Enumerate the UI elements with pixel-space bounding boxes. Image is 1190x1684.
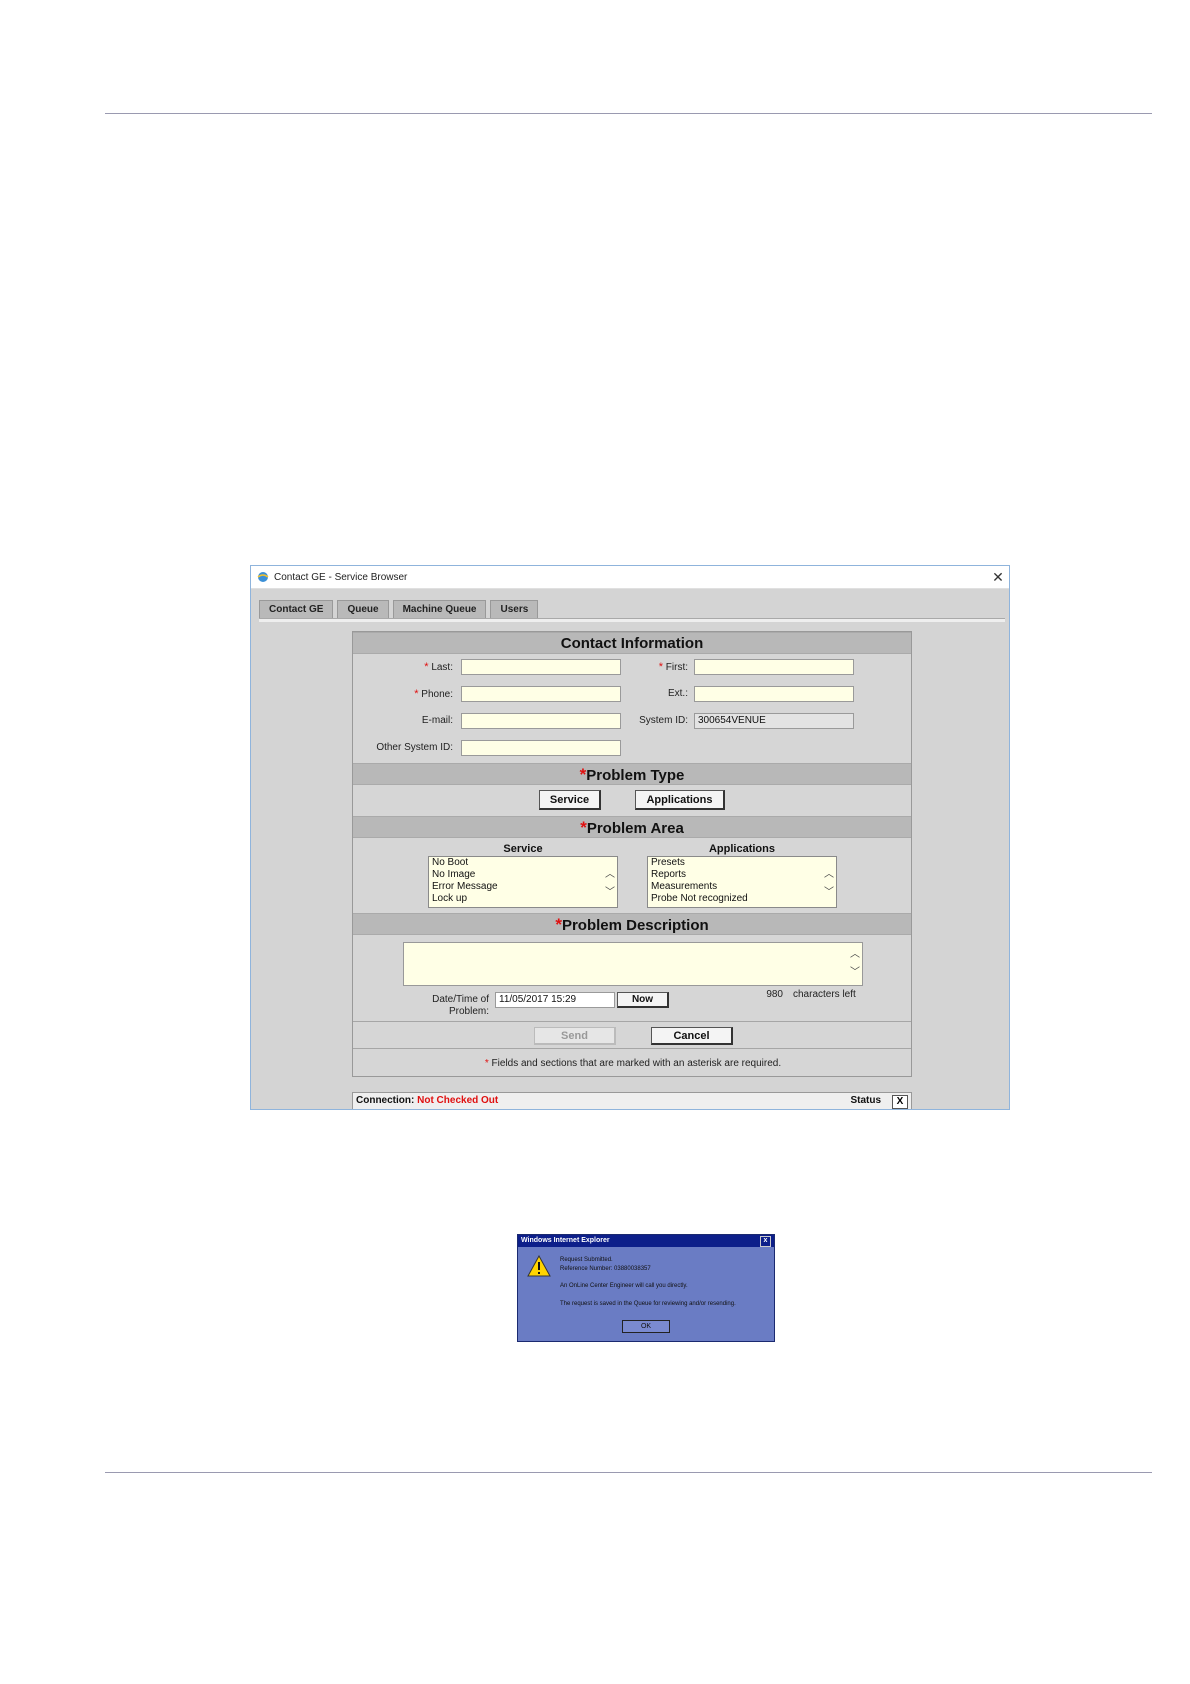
other-system-id-input[interactable] bbox=[461, 740, 621, 756]
problem-type-header: *Problem Type bbox=[353, 763, 911, 785]
contact-information-header: Contact Information bbox=[353, 632, 911, 654]
scroll-up-icon[interactable]: ︿ bbox=[824, 865, 834, 880]
status-close-button[interactable]: X bbox=[892, 1095, 908, 1109]
scroll-down-icon[interactable]: ﹀ bbox=[605, 883, 615, 898]
tab-machine-queue[interactable]: Machine Queue bbox=[392, 600, 487, 619]
window-close-button[interactable]: ✕ bbox=[987, 568, 1009, 586]
phone-input[interactable] bbox=[461, 686, 621, 702]
service-list-heading: Service bbox=[503, 843, 543, 855]
list-item[interactable]: Probe Not recognized bbox=[648, 893, 836, 905]
status-label: Status bbox=[850, 1095, 881, 1106]
scroll-up-icon[interactable]: ︿ bbox=[850, 945, 860, 960]
footer-rule bbox=[105, 1472, 1152, 1473]
connection-status-bar: Connection: Not Checked Out Status X bbox=[352, 1092, 912, 1109]
now-button[interactable]: Now bbox=[617, 992, 669, 1008]
list-item[interactable]: Measurements bbox=[648, 881, 836, 893]
list-item[interactable]: Presets bbox=[648, 857, 836, 869]
list-item[interactable]: Reports bbox=[648, 869, 836, 881]
send-button[interactable]: Send bbox=[534, 1027, 616, 1045]
chars-count: 980 bbox=[766, 989, 783, 1000]
system-id-label: System ID: bbox=[639, 715, 688, 726]
dialog-titlebar: Windows Internet Explorer x bbox=[518, 1235, 774, 1247]
dialog-line-2: Reference Number: 03880038357 bbox=[560, 1266, 651, 1272]
request-submitted-dialog: Windows Internet Explorer x Request Subm… bbox=[517, 1234, 775, 1342]
problem-description-header: *Problem Description bbox=[353, 913, 911, 935]
service-browser-window: Contact GE - Service Browser ✕ Contact G… bbox=[250, 565, 1010, 1110]
warning-icon bbox=[527, 1255, 551, 1277]
scroll-up-icon[interactable]: ︿ bbox=[605, 865, 615, 880]
window-titlebar: Contact GE - Service Browser ✕ bbox=[251, 566, 1009, 589]
email-input[interactable] bbox=[461, 713, 621, 729]
tab-bar: Contact GE Queue Machine Queue Users bbox=[259, 600, 539, 619]
list-item[interactable]: No Boot bbox=[429, 857, 617, 869]
email-label: E-mail: bbox=[421, 715, 453, 726]
window-title: Contact GE - Service Browser bbox=[274, 571, 408, 583]
ext-input[interactable] bbox=[694, 686, 854, 702]
list-item[interactable]: Error Message bbox=[429, 881, 617, 893]
chars-left-label: characters left bbox=[793, 989, 856, 1000]
first-label: * First: bbox=[658, 661, 688, 673]
list-item[interactable]: Lock up bbox=[429, 893, 617, 905]
first-name-input[interactable] bbox=[694, 659, 854, 675]
tab-users[interactable]: Users bbox=[490, 600, 539, 619]
problem-area-header: *Problem Area bbox=[353, 816, 911, 838]
tab-queue[interactable]: Queue bbox=[337, 600, 389, 619]
datetime-label: Date/Time of Problem: bbox=[432, 994, 489, 1017]
actions-divider bbox=[353, 1021, 911, 1022]
dialog-line-1: Request Submitted. bbox=[560, 1257, 613, 1263]
dialog-line-4: The request is saved in the Queue for re… bbox=[560, 1301, 736, 1307]
contact-form-panel: Contact Information * Last: * First: * P… bbox=[352, 631, 912, 1077]
cancel-button[interactable]: Cancel bbox=[651, 1027, 733, 1045]
applications-type-button[interactable]: Applications bbox=[635, 790, 725, 810]
dialog-title: Windows Internet Explorer bbox=[521, 1237, 610, 1244]
applications-problem-list[interactable]: Presets Reports Measurements Probe Not r… bbox=[647, 856, 837, 908]
ie-globe-icon bbox=[257, 572, 269, 582]
service-problem-list[interactable]: No Boot No Image Error Message Lock up ︿… bbox=[428, 856, 618, 908]
note-divider bbox=[353, 1048, 911, 1049]
list-item[interactable]: No Image bbox=[429, 869, 617, 881]
problem-description-textarea[interactable]: ︿ ﹀ bbox=[403, 942, 863, 986]
tab-underline bbox=[259, 618, 1005, 622]
dialog-ok-button[interactable]: OK bbox=[622, 1320, 670, 1333]
ext-label: Ext.: bbox=[667, 688, 688, 699]
connection-value: Not Checked Out bbox=[417, 1095, 499, 1106]
required-note: * Fields and sections that are marked wi… bbox=[484, 1058, 782, 1069]
datetime-input[interactable]: 11/05/2017 15:29 bbox=[495, 992, 615, 1008]
last-name-input[interactable] bbox=[461, 659, 621, 675]
dialog-close-button[interactable]: x bbox=[760, 1236, 771, 1247]
tab-contact-ge[interactable]: Contact GE bbox=[259, 600, 334, 619]
dialog-line-3: An OnLine Center Engineer will call you … bbox=[560, 1283, 688, 1289]
last-label: * Last: bbox=[424, 661, 453, 673]
phone-label: * Phone: bbox=[414, 688, 453, 700]
other-system-id-label: Other System ID: bbox=[376, 742, 453, 753]
service-type-button[interactable]: Service bbox=[539, 790, 601, 810]
scroll-down-icon[interactable]: ﹀ bbox=[850, 963, 860, 978]
header-rule bbox=[105, 113, 1152, 114]
applications-list-heading: Applications bbox=[708, 843, 775, 855]
system-id-field: 300654VENUE bbox=[694, 713, 854, 729]
connection-label: Connection: Not Checked Out bbox=[356, 1095, 499, 1106]
scroll-down-icon[interactable]: ﹀ bbox=[824, 883, 834, 898]
